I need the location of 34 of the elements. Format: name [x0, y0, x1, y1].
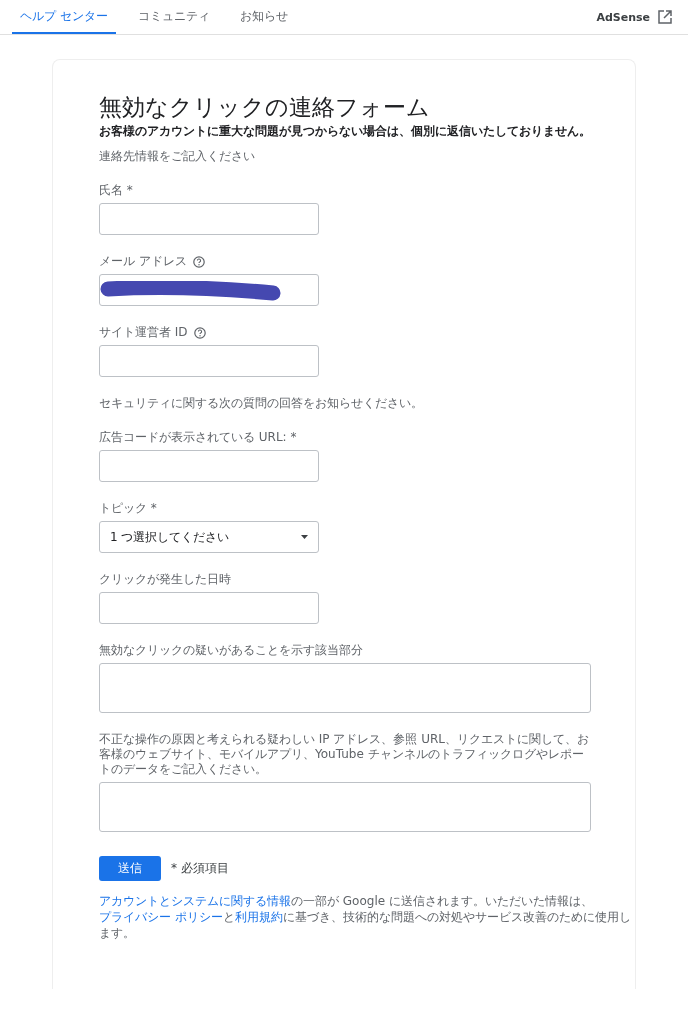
caret-icon — [301, 535, 308, 539]
input-field[interactable] — [99, 274, 319, 306]
nav-tab[interactable]: コミュニティ — [129, 0, 218, 34]
input-field[interactable] — [99, 203, 319, 235]
field-label: メール アドレス — [99, 254, 187, 269]
external-link-icon[interactable] — [658, 10, 672, 24]
input-field[interactable] — [99, 345, 319, 377]
section-note: 連絡先情報をご記入ください — [99, 149, 256, 164]
link[interactable]: プライバシー ポリシー — [99, 910, 223, 924]
input-field[interactable] — [99, 450, 319, 482]
field-label: 広告コードが表示されている URL: * — [99, 430, 297, 445]
field-label: クリックが発生した日時 — [99, 572, 231, 587]
field-label: トピック * — [99, 501, 157, 516]
nav-tab[interactable]: ヘルプ センター — [12, 0, 116, 34]
link[interactable]: アカウントとシステムに関する情報 — [99, 894, 291, 908]
field-label: 不正な操作の原因と考えられる疑わしい IP アドレス、参照 URL、リクエストに関して、お客様のウェブサイト、モバイルアプリ、YouTube チャンネルのトラフィックログやレポートのデータをご記入ください。 — [99, 732, 591, 777]
field-label: サイト運営者 ID — [99, 325, 188, 340]
required-note: * 必須項目 — [171, 860, 229, 877]
text-area[interactable] — [99, 663, 591, 713]
text-area[interactable] — [99, 782, 591, 832]
link[interactable]: 利用規約 — [234, 910, 283, 924]
input-field[interactable] — [99, 592, 319, 624]
help-icon[interactable] — [192, 255, 205, 268]
form-subtitle: お客様のアカウントに重大な問題が見つからない場合は、個別に返信いたしておりません。 — [99, 124, 592, 139]
topic-dropdown[interactable]: 1 つ選択してください — [99, 521, 319, 553]
submit-button[interactable]: 送信 — [99, 856, 161, 881]
form-title: 無効なクリックの連絡フォーム — [99, 93, 431, 122]
section-note: セキュリティに関する次の質問の回答をお知らせください。 — [99, 396, 424, 411]
field-label: 無効なクリックの疑いがあることを示す該当部分 — [99, 643, 364, 658]
nav-tab[interactable]: お知らせ — [231, 0, 296, 34]
privacy-notice: アカウントとシステムに関する情報の一部が Google に送信されます。いただいた情報は、 プライバシー ポリシー と利用規約に基づき、技術的な問題への対処やサービス改善のために使用します。 — [99, 893, 632, 941]
help-icon[interactable] — [193, 326, 206, 339]
field-label: 氏名 * — [99, 183, 133, 198]
product-name: AdSense — [596, 10, 650, 24]
